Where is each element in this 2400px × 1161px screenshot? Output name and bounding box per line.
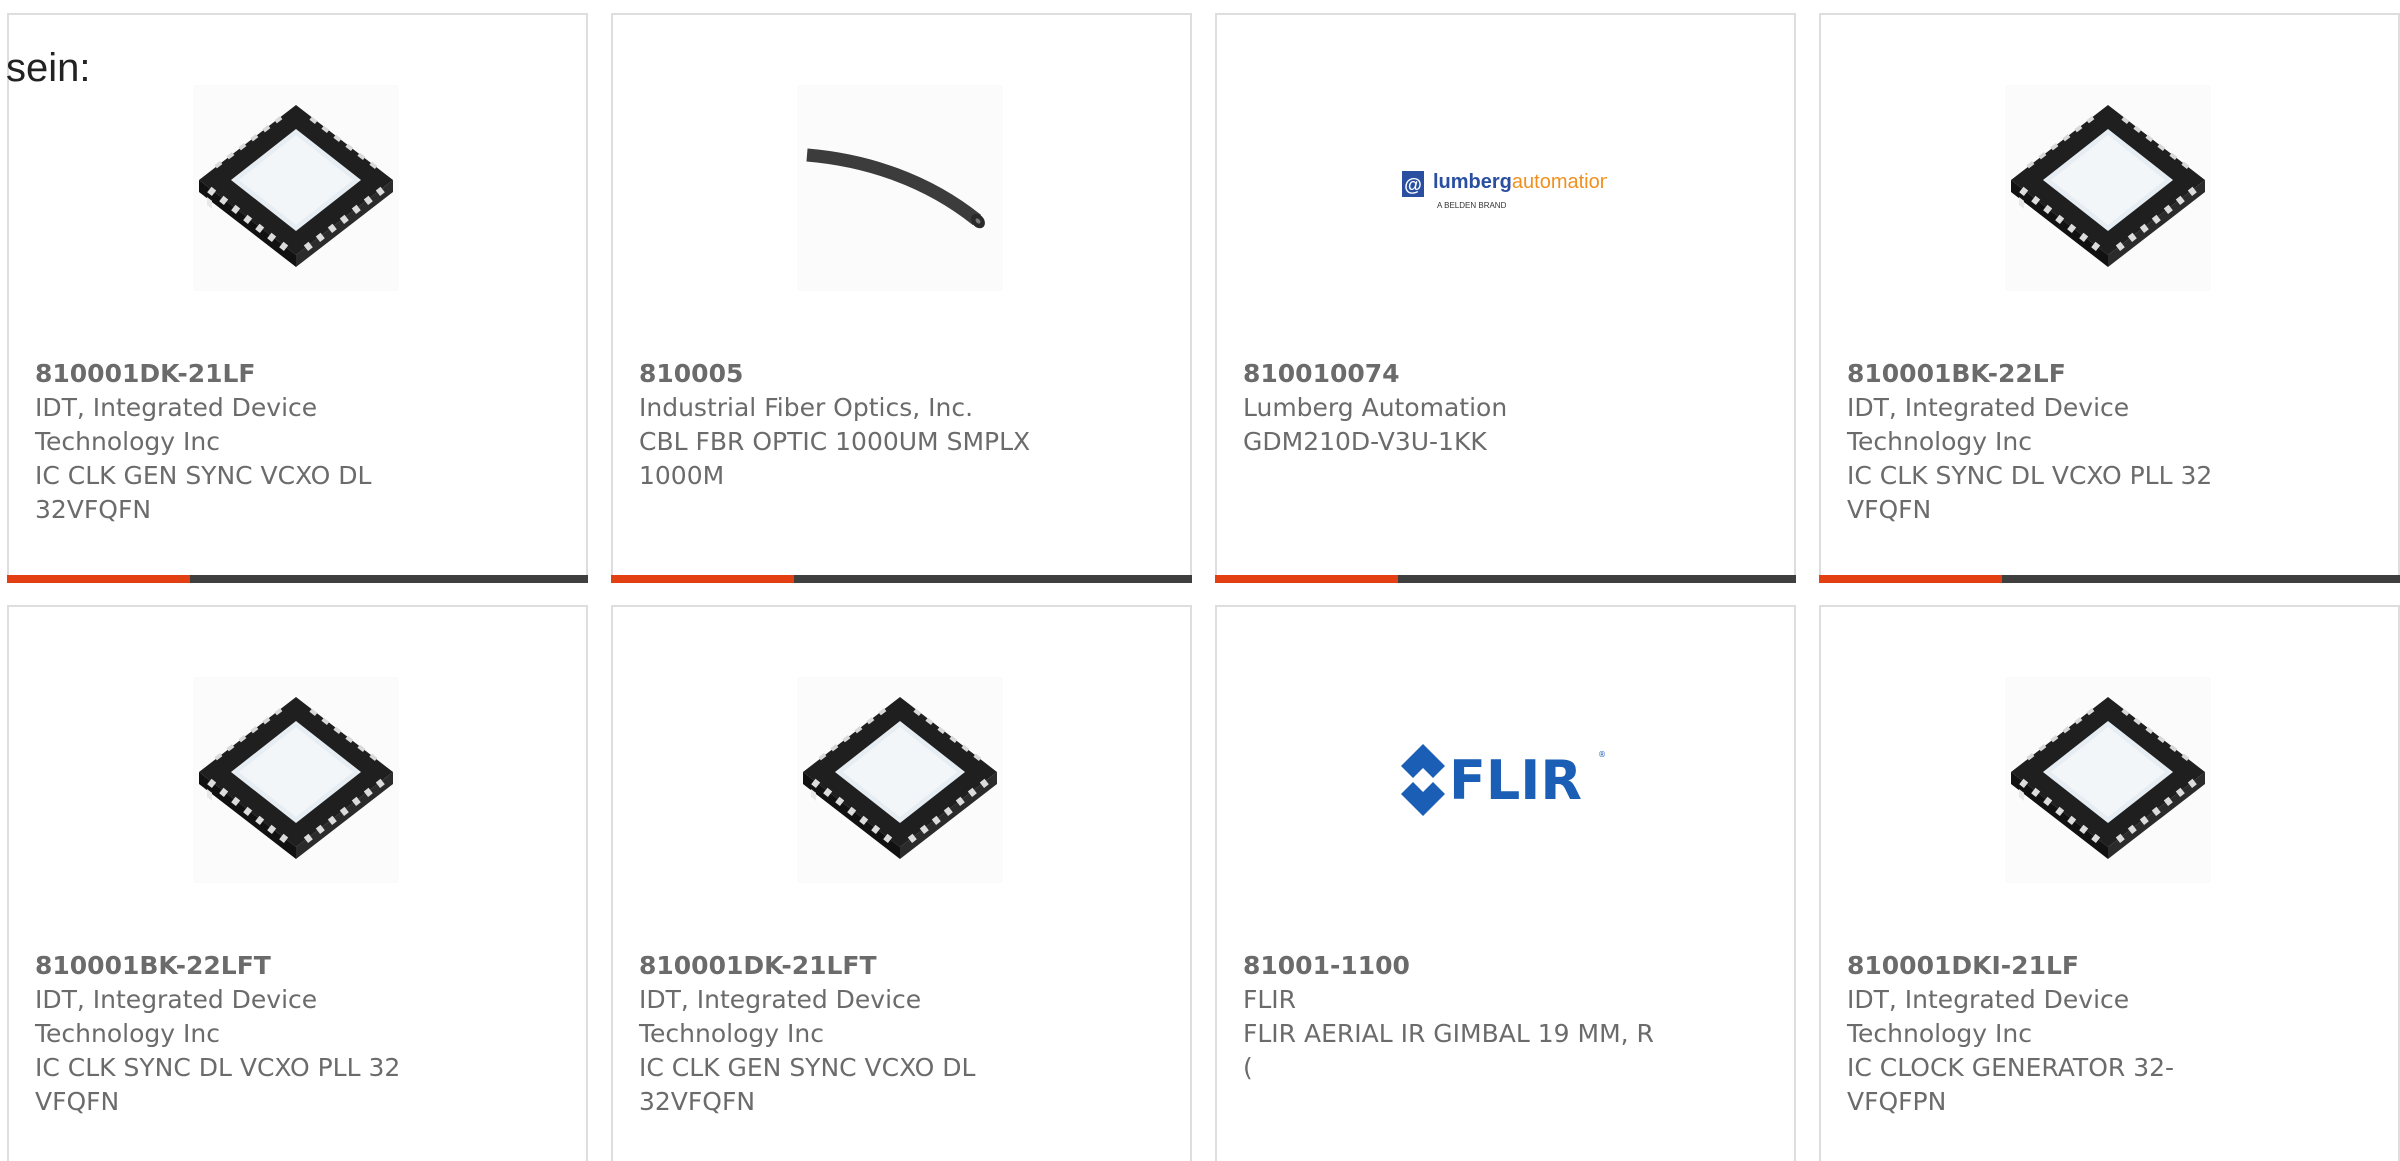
part-number-link[interactable]: 810001BK-22LFT	[35, 949, 455, 983]
manufacturer: Lumberg Automation	[1243, 393, 1508, 422]
part-number-link[interactable]: 810010074	[1243, 357, 1663, 391]
product-card[interactable]: 810001DK-21LF IDT, Integrated Device Tec…	[7, 13, 588, 583]
lumberg-logo: @ lumbergautomation A BELDEN BRAND	[1402, 171, 1607, 210]
description: FLIR AERIAL IR GIMBAL 19 MM, R (	[1243, 1019, 1654, 1082]
product-image[interactable]	[2005, 85, 2211, 291]
description: GDM210D-V3U-1KK	[1243, 427, 1487, 456]
product-card[interactable]: FLIR ® 81001-1100 FLIR FLIR AERIAL IR GI…	[1215, 605, 1796, 1161]
part-number-link[interactable]: 810001DK-21LFT	[639, 949, 1059, 983]
manufacturer: FLIR	[1243, 985, 1297, 1014]
part-number-link[interactable]: 810001BK-22LF	[1847, 357, 2267, 391]
product-info: 81001-1100 FLIR FLIR AERIAL IR GIMBAL 19…	[1243, 949, 1663, 1085]
qfn-chip-icon	[2005, 677, 2211, 883]
manufacturer: IDT, Integrated Device Technology Inc	[1847, 985, 2130, 1048]
product-card[interactable]: 810005 Industrial Fiber Optics, Inc. CBL…	[611, 13, 1192, 583]
part-number-link[interactable]: 81001-1100	[1243, 949, 1663, 983]
flir-logo: FLIR ®	[1401, 744, 1606, 816]
manufacturer: IDT, Integrated Device Technology Inc	[639, 985, 922, 1048]
product-image[interactable]	[193, 85, 399, 291]
manufacturer: IDT, Integrated Device Technology Inc	[35, 985, 318, 1048]
svg-text:@: @	[1404, 175, 1422, 195]
product-card[interactable]: 810001BK-22LFT IDT, Integrated Device Te…	[7, 605, 588, 1161]
product-image[interactable]: FLIR ®	[1401, 677, 1607, 883]
svg-text:®: ®	[1598, 750, 1606, 759]
card-bar-accent	[611, 575, 794, 583]
description: IC CLK GEN SYNC VCXO DL 32VFQFN	[639, 1053, 976, 1116]
card-bar-accent	[1819, 575, 2002, 583]
qfn-chip-icon	[797, 677, 1003, 883]
product-image[interactable]	[797, 677, 1003, 883]
qfn-chip-icon	[2005, 85, 2211, 291]
part-number-link[interactable]: 810001DK-21LF	[35, 357, 455, 391]
product-info: 810001BK-22LFT IDT, Integrated Device Te…	[35, 949, 455, 1119]
description: IC CLOCK GENERATOR 32-VFQFPN	[1847, 1053, 2175, 1116]
product-card[interactable]: 810001DKI-21LF IDT, Integrated Device Te…	[1819, 605, 2400, 1161]
card-bottom-bar	[611, 575, 1192, 583]
svg-text:A BELDEN BRAND: A BELDEN BRAND	[1437, 201, 1507, 210]
manufacturer: Industrial Fiber Optics, Inc.	[639, 393, 974, 422]
manufacturer: IDT, Integrated Device Technology Inc	[1847, 393, 2130, 456]
product-image[interactable]	[193, 677, 399, 883]
fiber-cable-icon	[797, 85, 1003, 291]
qfn-chip-icon	[193, 85, 399, 291]
description: IC CLK GEN SYNC VCXO DL 32VFQFN	[35, 461, 372, 524]
part-number-link[interactable]: 810001DKI-21LF	[1847, 949, 2267, 983]
description: CBL FBR OPTIC 1000UM SMPLX 1000M	[639, 427, 1031, 490]
product-card[interactable]: 810001BK-22LF IDT, Integrated Device Tec…	[1819, 13, 2400, 583]
manufacturer: IDT, Integrated Device Technology Inc	[35, 393, 318, 456]
intro-text: sein:	[6, 46, 91, 90]
card-bar-accent	[7, 575, 190, 583]
product-info: 810001DK-21LF IDT, Integrated Device Tec…	[35, 357, 455, 527]
card-bar-accent	[1215, 575, 1398, 583]
card-bottom-bar	[1819, 575, 2400, 583]
product-info: 810010074 Lumberg Automation GDM210D-V3U…	[1243, 357, 1663, 459]
product-image[interactable]: @ lumbergautomation A BELDEN BRAND	[1401, 85, 1607, 291]
product-card[interactable]: @ lumbergautomation A BELDEN BRAND 81001…	[1215, 13, 1796, 583]
product-info: 810001DK-21LFT IDT, Integrated Device Te…	[639, 949, 1059, 1119]
product-grid: 810001DK-21LF IDT, Integrated Device Tec…	[7, 13, 2400, 1161]
card-bottom-bar	[1215, 575, 1796, 583]
product-image[interactable]	[2005, 677, 2211, 883]
product-info: 810001DKI-21LF IDT, Integrated Device Te…	[1847, 949, 2267, 1119]
part-number-link[interactable]: 810005	[639, 357, 1059, 391]
qfn-chip-icon	[193, 677, 399, 883]
product-info: 810001BK-22LF IDT, Integrated Device Tec…	[1847, 357, 2267, 527]
description: IC CLK SYNC DL VCXO PLL 32 VFQFN	[35, 1053, 401, 1116]
product-info: 810005 Industrial Fiber Optics, Inc. CBL…	[639, 357, 1059, 493]
description: IC CLK SYNC DL VCXO PLL 32 VFQFN	[1847, 461, 2213, 524]
product-card[interactable]: 810001DK-21LFT IDT, Integrated Device Te…	[611, 605, 1192, 1161]
product-image[interactable]	[797, 85, 1003, 291]
svg-text:lumbergautomation: lumbergautomation	[1433, 171, 1607, 193]
card-bottom-bar	[7, 575, 588, 583]
svg-text:FLIR: FLIR	[1449, 749, 1582, 812]
